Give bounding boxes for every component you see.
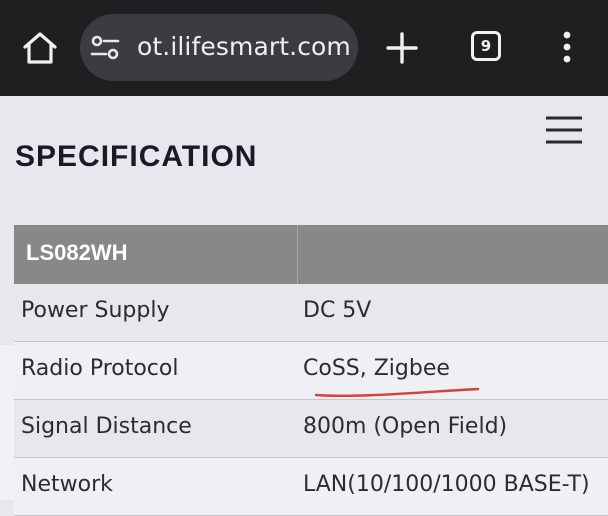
spec-table: LS082WH Power Supply DC 5V Radio Protoco… bbox=[14, 225, 608, 516]
row-value: CoSS, Zigbee bbox=[303, 356, 450, 381]
model-name: LS082WH bbox=[26, 240, 128, 265]
row-value: 800m (Open Field) bbox=[303, 414, 508, 439]
tab-switcher-button[interactable]: 9 bbox=[471, 31, 501, 61]
tab-count: 9 bbox=[480, 37, 492, 55]
address-bar[interactable]: ot.ilifesmart.com bbox=[80, 14, 358, 81]
table-header: LS082WH bbox=[14, 225, 608, 284]
browser-toolbar: ot.ilifesmart.com 9 bbox=[0, 0, 608, 96]
tune-icon[interactable] bbox=[90, 34, 120, 62]
table-row: Power Supply DC 5V bbox=[14, 284, 608, 342]
row-value: LAN(10/100/1000 BASE-T) bbox=[303, 472, 590, 497]
row-label: Signal Distance bbox=[21, 414, 192, 439]
red-underline-annotation bbox=[314, 387, 480, 397]
row-label: Network bbox=[21, 472, 113, 497]
header-divider bbox=[297, 225, 298, 284]
row-label: Power Supply bbox=[21, 298, 170, 323]
url-text[interactable]: ot.ilifesmart.com bbox=[137, 32, 351, 61]
page-title: SPECIFICATION bbox=[15, 140, 258, 173]
table-row: Network LAN(10/100/1000 BASE-T) bbox=[14, 458, 608, 516]
plus-icon[interactable] bbox=[384, 30, 420, 66]
table-row: Signal Distance 800m (Open Field) bbox=[14, 400, 608, 458]
page-edge bbox=[0, 345, 14, 500]
home-icon bbox=[23, 32, 57, 64]
row-label: Radio Protocol bbox=[21, 356, 179, 381]
more-vert-icon[interactable] bbox=[555, 31, 579, 63]
home-button[interactable] bbox=[18, 28, 62, 68]
hamburger-icon[interactable] bbox=[544, 114, 584, 146]
row-value: DC 5V bbox=[303, 298, 372, 323]
